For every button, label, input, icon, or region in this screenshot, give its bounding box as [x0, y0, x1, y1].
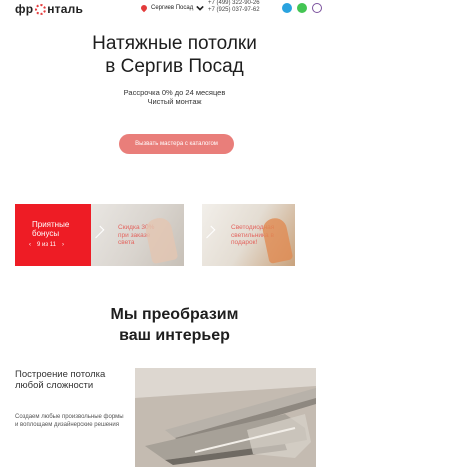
- messengers: [282, 3, 322, 13]
- chevron-right-icon[interactable]: ›: [62, 242, 64, 248]
- clean-install-text: Чистый монтаж: [147, 97, 202, 106]
- promo-nav: ‹ 9 из 11 ›: [29, 242, 64, 248]
- chevron-left-icon: [202, 225, 216, 239]
- header: фр нталь Сергиев Посад +7 (499) 322-90-2…: [0, 0, 453, 18]
- section-title-line-1: Мы преобразим: [110, 306, 239, 323]
- whatsapp-icon[interactable]: [297, 3, 307, 13]
- logo-text-left: фр: [15, 2, 34, 16]
- chevron-down-icon: [196, 5, 205, 11]
- promo-card-discount[interactable]: Скидка 30% при заказе света: [91, 204, 184, 266]
- chevron-left-icon: [91, 225, 105, 239]
- page-title-line-1: Натяжные потолки: [92, 33, 257, 54]
- ceiling-profile-image: [135, 368, 316, 467]
- viber-icon[interactable]: [312, 3, 322, 13]
- page-title-line-2: в Сергив Посад: [105, 56, 244, 77]
- feature-title: Построение потолка любой сложности: [15, 369, 106, 391]
- promo-title-line-1: Приятные: [32, 220, 70, 229]
- promo-card-line: подарок!: [231, 239, 258, 246]
- chevron-left-icon[interactable]: ‹: [29, 242, 31, 248]
- logo-ring-icon: [35, 3, 47, 15]
- promo-title-line-2: бонусы: [32, 229, 60, 238]
- phone-1[interactable]: +7 (499) 322-90-26: [208, 0, 260, 7]
- section-title-line-2: ваш интерьер: [119, 327, 230, 344]
- phone-2[interactable]: +7 (925) 037-97-62: [208, 7, 260, 14]
- call-master-button[interactable]: Вызвать мастера с каталогом: [119, 134, 234, 154]
- location-pin-icon: [139, 3, 149, 13]
- phones: +7 (499) 322-90-26 +7 (925) 037-97-62: [208, 0, 260, 14]
- page-title: Натяжные потолки в Сергив Посад: [0, 32, 349, 78]
- logo[interactable]: фр нталь: [15, 2, 83, 16]
- installment-text: Рассрочка 0% до 24 месяцев: [123, 88, 226, 97]
- promo-card-lights[interactable]: Светодиодная светильника в подарок!: [202, 204, 295, 266]
- promo-title: Приятные бонусы: [32, 220, 69, 238]
- city-selector[interactable]: Сергиев Посад: [139, 3, 205, 13]
- telegram-icon[interactable]: [282, 3, 292, 13]
- promo-slider-header: Приятные бонусы ‹ 9 из 11 ›: [15, 204, 91, 266]
- promo-counter: 9 из 11: [37, 242, 57, 248]
- promo-card-line: света: [118, 239, 135, 246]
- ceiling-profile-illustration: [135, 368, 316, 467]
- city-label: Сергиев Посад: [151, 5, 194, 11]
- logo-text-right: нталь: [47, 2, 84, 16]
- feature-description: Создаем любые произвольные формы и вопло…: [15, 414, 124, 428]
- section-title: Мы преобразим ваш интерьер: [0, 304, 349, 346]
- hero-subtitle: Рассрочка 0% до 24 месяцев Чистый монтаж: [0, 88, 349, 106]
